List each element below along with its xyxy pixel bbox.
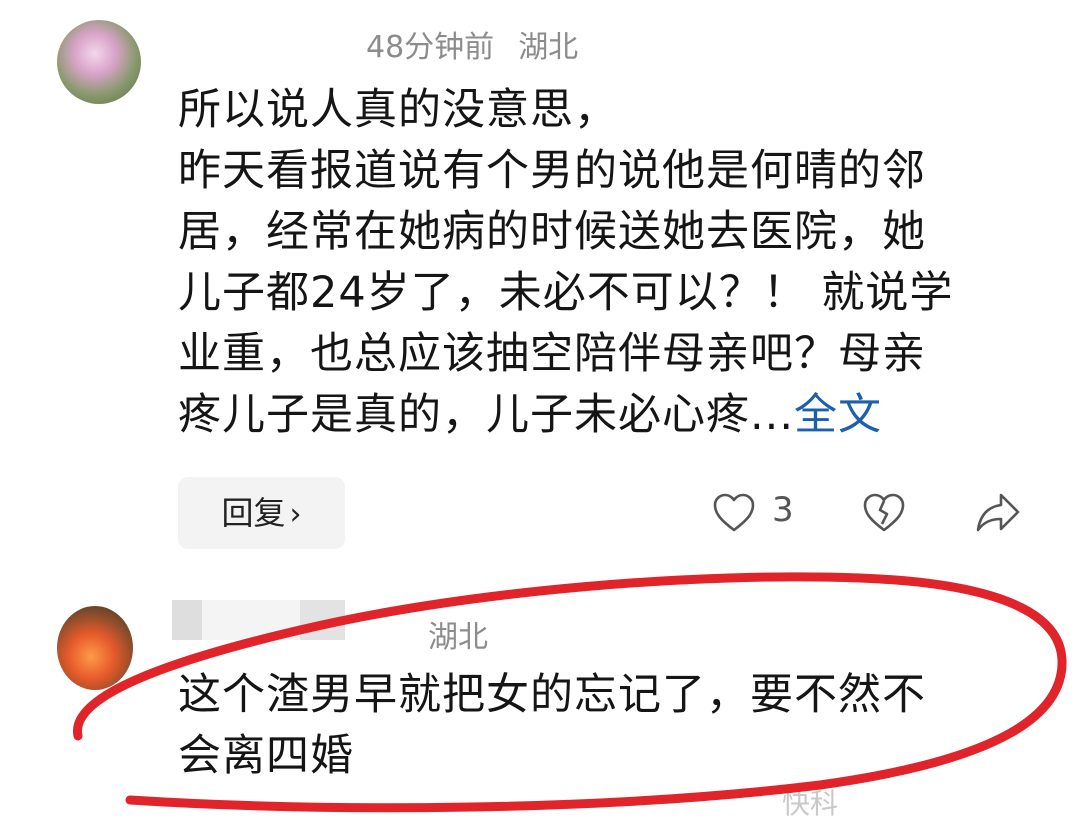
- redacted-username: [202, 600, 300, 640]
- redacted-username: [172, 600, 202, 640]
- comment-location: 湖北: [518, 30, 579, 65]
- comment-line: 儿子都24岁了，未必不可以？！ 就说学: [178, 268, 954, 318]
- comment-line: 疼儿子是真的，儿子未必心疼...: [178, 390, 795, 440]
- chevron-right-icon: ›: [289, 497, 302, 532]
- comment-line: 会离四婚: [178, 731, 354, 781]
- broken-heart-icon[interactable]: [862, 491, 906, 535]
- expand-full-text-link[interactable]: 全文: [794, 390, 882, 440]
- comment-body: 所以说人真的没意思， 昨天看报道说有个男的说他是何晴的邻 居，经常在她病的时候送…: [178, 80, 1018, 446]
- comment-line: 所以说人真的没意思，: [178, 85, 618, 135]
- share-arrow-icon[interactable]: [974, 490, 1022, 536]
- comment-line: 这个渣男早就把女的忘记了，要不然不: [178, 670, 926, 720]
- heart-icon[interactable]: [712, 491, 756, 535]
- comment-line: 昨天看报道说有个男的说他是何晴的邻: [178, 146, 926, 196]
- comment-location: 湖北: [428, 620, 488, 655]
- reply-label: 回复: [221, 494, 286, 532]
- redacted-username: [300, 600, 345, 640]
- reply-button[interactable]: 回复 ›: [178, 477, 345, 549]
- user-avatar[interactable]: [57, 20, 141, 104]
- comment-time: 48分钟前: [366, 30, 495, 65]
- user-avatar[interactable]: [57, 606, 133, 690]
- comment-line: 业重，也总应该抽空陪伴母亲吧？母亲: [178, 329, 926, 379]
- comment-line: 居，经常在她病的时候送她去医院，她: [178, 207, 926, 257]
- comment-body: 这个渣男早就把女的忘记了，要不然不 会离四婚: [178, 665, 1018, 787]
- like-count: 3: [772, 490, 794, 530]
- comment-meta: 48分钟前 湖北: [366, 22, 578, 66]
- comment-last-line: 疼儿子是真的，儿子未必心疼...全文: [178, 385, 1018, 446]
- watermark: 快科: [782, 787, 839, 820]
